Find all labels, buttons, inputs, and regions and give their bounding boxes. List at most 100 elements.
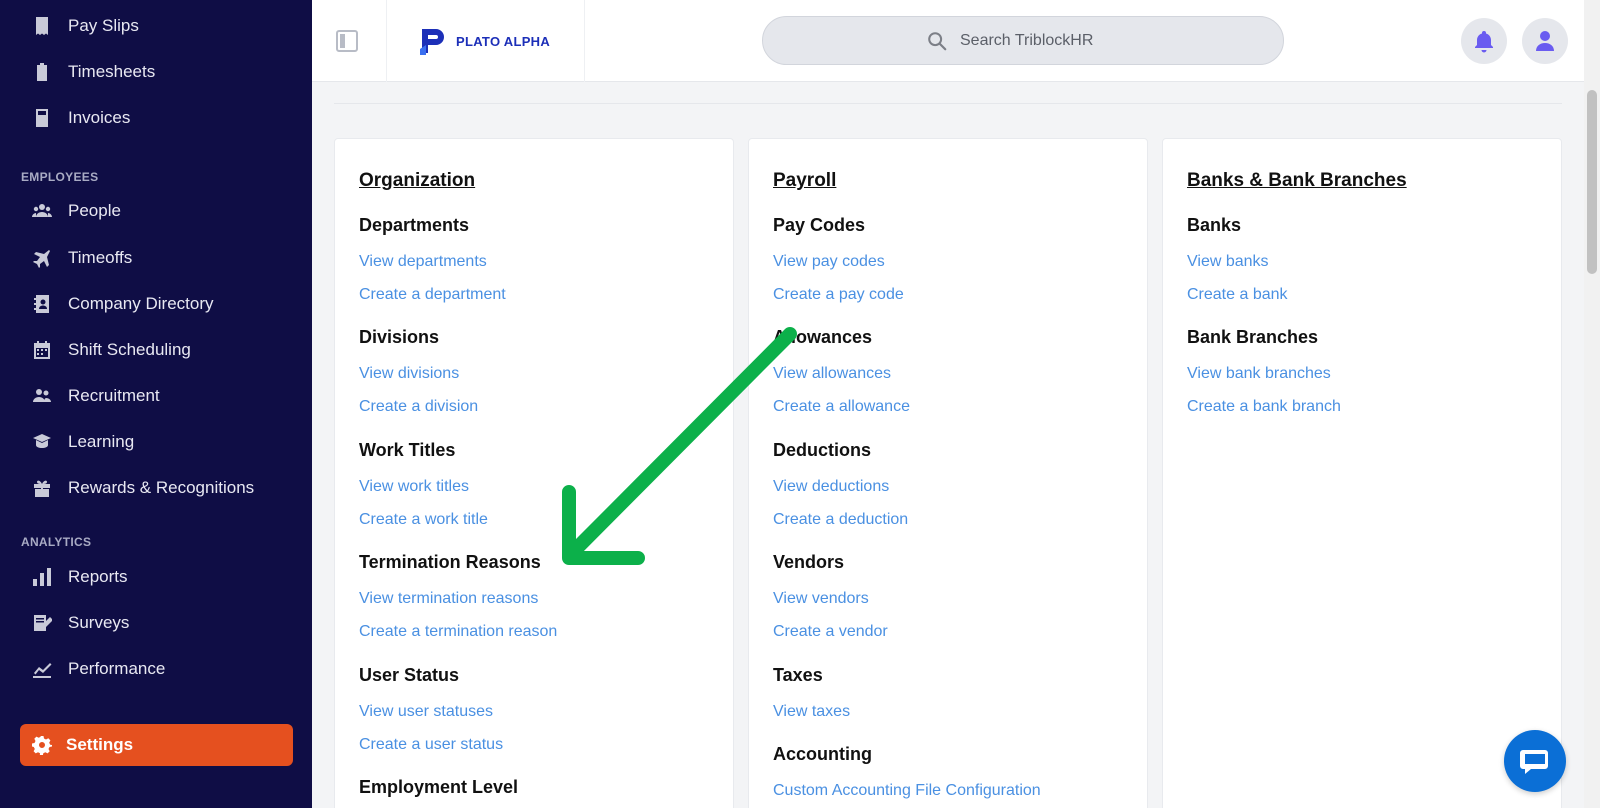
- card-payroll: Payroll Pay Codes View pay codes Create …: [748, 138, 1148, 808]
- link-create-division[interactable]: Create a division: [359, 398, 478, 416]
- sidebar-item-surveys[interactable]: Surveys: [0, 603, 312, 643]
- sidebar: Pay Slips Timesheets Invoices EMPLOYEES …: [0, 0, 312, 808]
- group-title-pay-codes: Pay Codes: [773, 215, 866, 235]
- link-view-user-statuses[interactable]: View user statuses: [359, 703, 493, 721]
- user-icon: [1536, 31, 1554, 51]
- link-custom-accounting-config[interactable]: Custom Accounting File Configuration: [773, 782, 1041, 800]
- card-title[interactable]: Banks & Bank Branches: [1187, 170, 1407, 192]
- link-create-termination-reason[interactable]: Create a termination reason: [359, 623, 557, 641]
- link-create-vendor[interactable]: Create a vendor: [773, 623, 888, 641]
- sidebar-item-timeoffs[interactable]: Timeoffs: [0, 238, 312, 278]
- sidebar-item-label: Pay Slips: [68, 16, 139, 35]
- sidebar-item-rewards[interactable]: Rewards & Recognitions: [0, 468, 312, 508]
- notifications-button[interactable]: [1461, 18, 1507, 64]
- card-organization: Organization Departments View department…: [334, 138, 734, 808]
- gear-icon: [32, 735, 52, 756]
- sidebar-item-label: Recruitment: [68, 386, 160, 405]
- sidebar-item-label: Invoices: [68, 108, 131, 127]
- sidebar-item-recruitment[interactable]: Recruitment: [0, 376, 312, 416]
- group-title-allowances: Allowances: [773, 327, 873, 347]
- header-divider: [584, 0, 585, 82]
- bar-chart-icon: [32, 567, 52, 587]
- group-title-vendors: Vendors: [773, 552, 845, 572]
- line-chart-icon: [32, 659, 52, 679]
- card-banks: Banks & Bank Branches Banks View banks C…: [1162, 138, 1562, 808]
- group-title-taxes: Taxes: [773, 665, 823, 685]
- link-view-taxes[interactable]: View taxes: [773, 703, 850, 721]
- sidebar-item-label: Learning: [68, 432, 135, 451]
- sidebar-item-label: Rewards & Recognitions: [68, 478, 255, 497]
- link-view-pay-codes[interactable]: View pay codes: [773, 253, 885, 271]
- section-label-employees: EMPLOYEES: [21, 170, 99, 184]
- gift-icon: [32, 478, 52, 498]
- sidebar-item-label: Shift Scheduling: [68, 340, 191, 359]
- section-label-analytics: ANALYTICS: [21, 535, 92, 549]
- link-create-user-status[interactable]: Create a user status: [359, 736, 503, 754]
- search-icon: [928, 31, 947, 50]
- chat-bubble-icon: [1520, 750, 1548, 774]
- bell-icon: [1475, 31, 1493, 53]
- link-view-divisions[interactable]: View divisions: [359, 365, 459, 383]
- link-create-department[interactable]: Create a department: [359, 286, 506, 304]
- link-view-termination-reasons[interactable]: View termination reasons: [359, 590, 538, 608]
- scrollbar-thumb[interactable]: [1587, 90, 1597, 274]
- header-divider: [386, 0, 387, 82]
- search-bar[interactable]: [762, 16, 1284, 65]
- survey-icon: [32, 613, 52, 633]
- link-create-pay-code[interactable]: Create a pay code: [773, 286, 904, 304]
- company-logo[interactable]: PLATO ALPHA: [418, 25, 550, 57]
- search-input[interactable]: [960, 31, 1120, 50]
- link-view-departments[interactable]: View departments: [359, 253, 487, 271]
- card-title[interactable]: Payroll: [773, 170, 836, 192]
- sidebar-item-label: People: [68, 201, 121, 220]
- link-create-deduction[interactable]: Create a deduction: [773, 511, 908, 529]
- sidebar-item-learning[interactable]: Learning: [0, 422, 312, 462]
- link-view-work-titles[interactable]: View work titles: [359, 478, 469, 496]
- sidebar-item-reports[interactable]: Reports: [0, 557, 312, 597]
- sidebar-item-timesheets[interactable]: Timesheets: [0, 52, 312, 92]
- sidebar-item-label: Surveys: [68, 613, 130, 632]
- calculator-icon: [32, 108, 52, 128]
- group-title-banks: Banks: [1187, 215, 1242, 235]
- group-title-termination-reasons: Termination Reasons: [359, 552, 541, 572]
- sidebar-item-label: Settings: [66, 735, 134, 754]
- receipt-icon: [32, 16, 52, 36]
- card-title[interactable]: Organization: [359, 170, 475, 192]
- sidebar-item-label: Timesheets: [68, 62, 156, 81]
- link-view-allowances[interactable]: View allowances: [773, 365, 891, 383]
- link-view-banks[interactable]: View banks: [1187, 253, 1269, 271]
- link-view-bank-branches[interactable]: View bank branches: [1187, 365, 1331, 383]
- group-title-bank-branches: Bank Branches: [1187, 327, 1319, 347]
- sidebar-item-invoices[interactable]: Invoices: [0, 98, 312, 138]
- group-title-departments: Departments: [359, 215, 470, 235]
- sidebar-item-shift-scheduling[interactable]: Shift Scheduling: [0, 330, 312, 370]
- link-view-deductions[interactable]: View deductions: [773, 478, 889, 496]
- logo-text: PLATO ALPHA: [456, 33, 551, 49]
- link-create-work-title[interactable]: Create a work title: [359, 511, 488, 529]
- sidebar-item-settings[interactable]: Settings: [20, 724, 293, 766]
- calendar-icon: [32, 340, 52, 360]
- sidebar-item-company-directory[interactable]: Company Directory: [0, 284, 312, 324]
- sidebar-item-label: Company Directory: [68, 294, 214, 313]
- users-icon: [32, 201, 52, 221]
- group-title-employment-level: Employment Level: [359, 777, 519, 797]
- link-view-vendors[interactable]: View vendors: [773, 590, 869, 608]
- link-create-bank-branch[interactable]: Create a bank branch: [1187, 398, 1341, 416]
- sidebar-item-pay-slips[interactable]: Pay Slips: [0, 6, 312, 46]
- link-create-bank[interactable]: Create a bank: [1187, 286, 1288, 304]
- group-title-work-titles: Work Titles: [359, 440, 456, 460]
- sidebar-toggle-icon[interactable]: [336, 30, 358, 52]
- link-create-allowance[interactable]: Create a allowance: [773, 398, 910, 416]
- group-title-deductions: Deductions: [773, 440, 872, 460]
- content-divider: [334, 103, 1562, 104]
- sidebar-item-performance[interactable]: Performance: [0, 649, 312, 689]
- group-title-divisions: Divisions: [359, 327, 440, 347]
- group-title-user-status: User Status: [359, 665, 460, 685]
- plane-icon: [32, 248, 52, 268]
- chat-widget-button[interactable]: [1504, 730, 1566, 792]
- sidebar-item-people[interactable]: People: [0, 191, 312, 231]
- user-avatar-button[interactable]: [1522, 18, 1568, 64]
- graduation-icon: [32, 432, 52, 452]
- top-header: PLATO ALPHA: [312, 0, 1584, 82]
- contact-book-icon: [32, 294, 52, 314]
